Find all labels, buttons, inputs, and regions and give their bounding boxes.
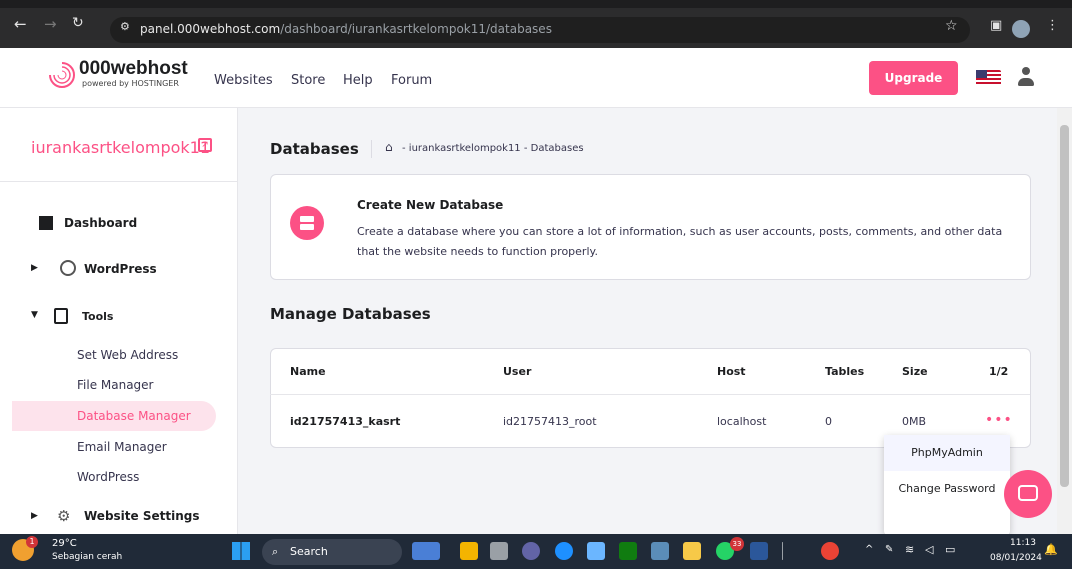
row-actions-dropdown: PhpMyAdmin Change Password [884, 435, 1010, 535]
weather-temp[interactable]: 29°C [52, 538, 77, 549]
battery-icon[interactable]: ▭ [945, 543, 955, 556]
back-icon[interactable]: ← [14, 15, 27, 33]
dashboard-icon [39, 216, 53, 230]
nav-help[interactable]: Help [343, 73, 373, 88]
table-divider [270, 394, 1030, 395]
chat-button[interactable] [1004, 470, 1052, 518]
sidebar-sub-file-manager[interactable]: File Manager [77, 378, 154, 392]
menu-icon[interactable]: ⋮ [1046, 18, 1059, 33]
user-icon[interactable] [1016, 67, 1036, 89]
chevron-down-icon[interactable]: ▼ [31, 310, 38, 320]
more-options-icon[interactable]: ••• [985, 412, 1013, 428]
sidebar-item-dashboard[interactable]: Dashboard [64, 216, 137, 230]
search-icon: ⌕ [272, 545, 279, 558]
store-icon[interactable] [587, 542, 605, 560]
tools-icon [54, 308, 68, 324]
external-link-icon[interactable]: ↗ [198, 138, 212, 152]
sidebar-divider [0, 181, 238, 182]
create-database-title: Create New Database [357, 198, 504, 212]
clock-time[interactable]: 11:13 [1010, 538, 1036, 548]
sidebar-sub-email-manager[interactable]: Email Manager [77, 440, 167, 454]
database-icon [290, 206, 324, 240]
clock-date[interactable]: 08/01/2024 [990, 553, 1042, 563]
file-explorer-icon[interactable] [683, 542, 701, 560]
forward-icon[interactable]: → [44, 15, 57, 33]
scrollbar-thumb[interactable] [1060, 125, 1069, 487]
sidebar-item-wordpress[interactable]: WordPress [84, 262, 157, 276]
col-header-host: Host [717, 365, 746, 378]
logo-subtitle: powered by HOSTINGER [82, 79, 179, 88]
profile-avatar[interactable] [1012, 20, 1030, 38]
chevron-up-icon[interactable]: ^ [865, 544, 873, 555]
bell-icon[interactable]: 🔔 [1044, 543, 1058, 556]
upgrade-button[interactable]: Upgrade [869, 61, 958, 95]
page-title: Databases [270, 140, 359, 158]
wordpress-icon [60, 260, 76, 276]
logo-brand: 000webhost [79, 58, 188, 79]
site-name-link[interactable]: iurankasrtkelompok11 [31, 138, 210, 157]
nav-forum[interactable]: Forum [391, 73, 432, 88]
volume-icon[interactable]: ◁ [925, 543, 933, 556]
breadcrumb: - iurankasrtkelompok11 - Databases [402, 143, 584, 154]
taskbar-search[interactable] [262, 539, 402, 565]
cell-db-tables: 0 [825, 415, 832, 428]
browser-toolbar: ← → ↻ ⚙ panel.000webhost.com/dashboard/i… [0, 0, 1072, 48]
edge-icon[interactable] [555, 542, 573, 560]
sidebar-item-website-settings[interactable]: Website Settings [84, 509, 200, 523]
col-header-user: User [503, 365, 532, 378]
col-header-tables: Tables [825, 365, 865, 378]
word-icon[interactable] [750, 542, 768, 560]
wifi-icon[interactable]: ≋ [905, 543, 914, 556]
create-database-description: Create a database where you can store a … [357, 225, 1003, 258]
reload-icon[interactable]: ↻ [72, 15, 84, 31]
logo-icon [49, 62, 75, 88]
gear-icon: ⚙ [57, 507, 71, 525]
change-password-option[interactable]: Change Password [884, 481, 1010, 497]
col-header-size: Size [902, 365, 928, 378]
title-divider [371, 140, 372, 158]
app-icon-1[interactable] [460, 542, 478, 560]
windows-start-icon[interactable] [232, 542, 250, 560]
us-flag-icon[interactable] [976, 70, 1001, 86]
chevron-right-icon[interactable]: ▶ [31, 511, 38, 521]
nav-store[interactable]: Store [291, 73, 325, 88]
taskbar-divider [782, 542, 783, 560]
url-text[interactable]: panel.000webhost.com/dashboard/iurankasr… [140, 22, 552, 36]
teams-icon[interactable] [522, 542, 540, 560]
xbox-icon[interactable] [619, 542, 637, 560]
sidebar-item-tools[interactable]: Tools [82, 310, 113, 323]
chrome-icon[interactable] [821, 542, 839, 560]
cell-db-size: 0MB [902, 415, 927, 428]
phpmyadmin-option[interactable]: PhpMyAdmin [884, 435, 1010, 471]
search-label[interactable]: Search [290, 545, 328, 558]
cell-db-name: id21757413_kasrt [290, 415, 401, 428]
widget-icon[interactable] [412, 542, 440, 560]
chevron-right-icon[interactable]: ▶ [31, 263, 38, 273]
photos-icon[interactable] [651, 542, 669, 560]
col-header-name: Name [290, 365, 326, 378]
pen-icon[interactable]: ✎ [885, 544, 893, 555]
cell-db-host: localhost [717, 415, 767, 428]
notification-badge: 33 [730, 537, 744, 551]
pagination: 1/2 [989, 365, 1009, 378]
weather-badge: 1 [26, 536, 38, 548]
cell-db-user: id21757413_root [503, 415, 597, 428]
task-view-icon[interactable] [490, 542, 508, 560]
sidepanel-icon[interactable]: ▣ [990, 18, 1002, 33]
bookmark-star-icon[interactable]: ☆ [945, 18, 958, 34]
sidebar-sub-database-manager[interactable]: Database Manager [77, 409, 191, 423]
manage-databases-title: Manage Databases [270, 305, 431, 323]
home-icon[interactable]: ⌂ [385, 140, 393, 154]
tab-strip [0, 0, 1072, 8]
site-info-icon[interactable]: ⚙ [120, 20, 130, 33]
chat-icon [1018, 485, 1038, 501]
databases-table [270, 348, 1031, 448]
nav-websites[interactable]: Websites [214, 73, 273, 88]
sidebar-sub-set-web-address[interactable]: Set Web Address [77, 348, 178, 362]
weather-desc[interactable]: Sebagian cerah [52, 552, 122, 562]
sidebar-sub-wordpress[interactable]: WordPress [77, 470, 139, 484]
